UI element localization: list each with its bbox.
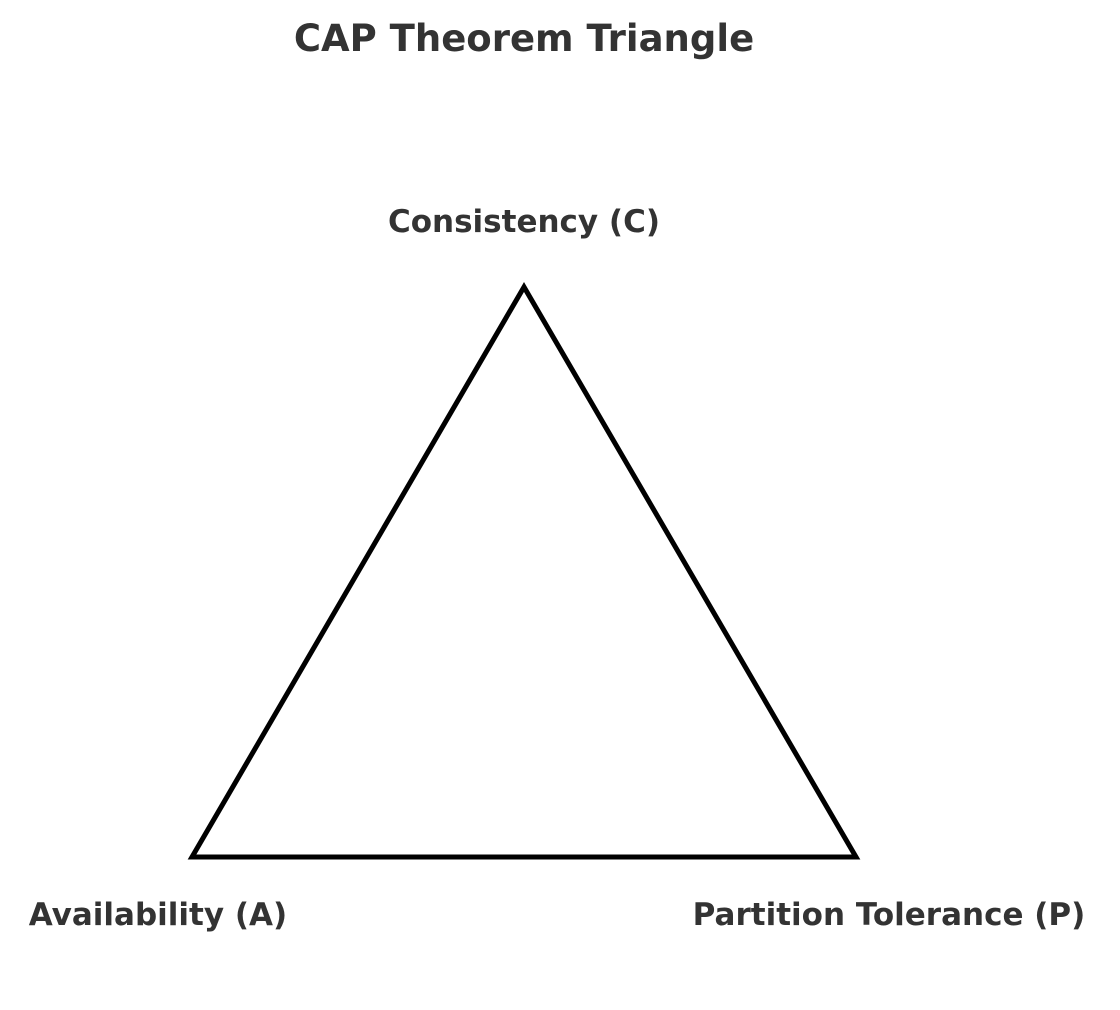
- vertex-label-consistency: Consistency (C): [388, 204, 660, 240]
- diagram-title: CAP Theorem Triangle: [294, 17, 754, 60]
- vertex-label-availability: Availability (A): [29, 897, 287, 933]
- cap-diagram: CAP Theorem Triangle Consistency (C) Ava…: [0, 0, 1120, 1010]
- vertex-label-partition-tolerance: Partition Tolerance (P): [693, 897, 1086, 933]
